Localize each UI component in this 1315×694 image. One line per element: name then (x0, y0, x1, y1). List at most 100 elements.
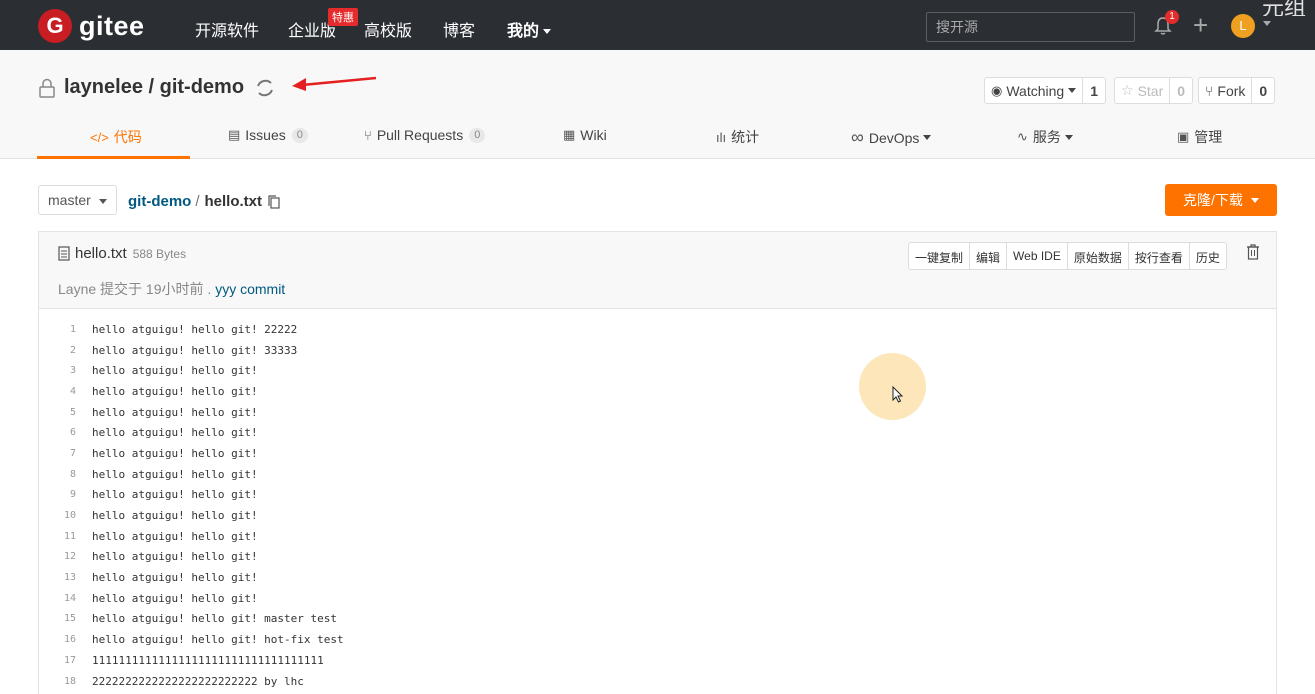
line-number[interactable]: 2 (39, 345, 76, 356)
chevron-down-icon (543, 29, 552, 35)
tab-pull-requests[interactable]: ⑂ Pull Requests 0 (364, 127, 486, 143)
code-line: 17 11111111111111111111111111111111111 (39, 650, 1276, 671)
line-text: hello atguigu! hello git! (92, 591, 258, 605)
gitee-logo-icon: G (38, 9, 72, 43)
nav-item-mine[interactable]: 我的 (507, 17, 552, 41)
file-size: 588 Bytes (132, 246, 187, 261)
line-number[interactable]: 13 (39, 572, 76, 583)
branch-select[interactable]: master (38, 185, 117, 215)
tab-issues[interactable]: ▤ Issues 0 (228, 127, 308, 143)
code-line: 1 hello atguigu! hello git! 22222 (39, 319, 1276, 340)
history-button[interactable]: 历史 (1190, 243, 1226, 269)
pulse-icon: ∿ (1017, 129, 1028, 144)
watch-button-group[interactable]: ◉ Watching 1 (984, 77, 1106, 104)
line-number[interactable]: 12 (39, 551, 76, 562)
nav-item-education[interactable]: 高校版 (364, 17, 412, 41)
line-number[interactable]: 18 (39, 676, 76, 687)
gitee-logo[interactable]: G gitee (38, 9, 145, 43)
code-icon: </> (90, 129, 109, 145)
line-number[interactable]: 6 (39, 427, 76, 438)
line-number[interactable]: 16 (39, 634, 76, 645)
tab-stats-label: 统计 (731, 129, 760, 145)
watch-button[interactable]: ◉ Watching (985, 78, 1084, 103)
line-number[interactable]: 4 (39, 386, 76, 397)
file-name-text: hello.txt (75, 245, 127, 262)
line-number[interactable]: 10 (39, 510, 76, 521)
line-number[interactable]: 5 (39, 407, 76, 418)
line-text: hello atguigu! hello git! (92, 446, 258, 460)
fork-icon: ⑂ (1205, 82, 1214, 99)
lock-icon (39, 78, 55, 98)
file-header: hello.txt 588 Bytes Layne 提交于 19小时前 . yy… (39, 232, 1276, 309)
commit-message-link[interactable]: yyy commit (215, 281, 285, 297)
code-line: 11 hello atguigu! hello git! (39, 526, 1276, 547)
chevron-down-icon (1068, 88, 1077, 93)
star-count[interactable]: 0 (1170, 78, 1192, 103)
commit-time: 提交于 19小时前 . (96, 281, 216, 297)
line-text: hello atguigu! hello git! (92, 364, 258, 378)
fork-button-group[interactable]: ⑂ Fork 0 (1198, 77, 1276, 104)
tab-code[interactable]: </> 代码 (90, 127, 142, 147)
sync-icon (257, 79, 273, 96)
repo-owner-link[interactable]: laynelee (64, 76, 143, 99)
line-number[interactable]: 14 (39, 593, 76, 604)
code-line: 14 hello atguigu! hello git! (39, 588, 1276, 609)
copy-all-button[interactable]: 一键复制 (909, 243, 971, 269)
tab-wiki[interactable]: ▦ Wiki (563, 127, 607, 143)
clone-download-button[interactable]: 克隆/下载 (1165, 184, 1277, 216)
line-text: hello atguigu! hello git! (92, 384, 258, 398)
pull-requests-count-badge: 0 (469, 127, 486, 143)
tab-devops[interactable]: ∞ DevOps (851, 127, 932, 148)
chevron-down-icon[interactable] (1263, 21, 1271, 26)
line-text: hello atguigu! hello git! (92, 550, 258, 564)
line-number[interactable]: 17 (39, 655, 76, 666)
star-button[interactable]: ☆ Star (1115, 78, 1171, 103)
nav-item-blog[interactable]: 博客 (443, 17, 475, 41)
line-number[interactable]: 15 (39, 613, 76, 624)
repo-name-link[interactable]: git-demo (160, 76, 244, 99)
breadcrumb-repo-link[interactable]: git-demo (128, 193, 191, 210)
line-number[interactable]: 3 (39, 365, 76, 376)
line-text: hello atguigu! hello git! 33333 (92, 343, 298, 357)
line-text: 2222222222222222222222222 by lhc (92, 674, 304, 688)
edit-button[interactable]: 编辑 (970, 243, 1008, 269)
code-line: 13 hello atguigu! hello git! (39, 567, 1276, 588)
chevron-down-icon (1064, 134, 1073, 140)
nav-item-open-source[interactable]: 开源软件 (195, 17, 259, 41)
fork-count[interactable]: 0 (1252, 78, 1274, 103)
code-line: 8 hello atguigu! hello git! (39, 464, 1276, 485)
breadcrumb-file: hello.txt (204, 193, 263, 210)
tab-services-label: 服务 (1032, 129, 1061, 145)
code-line: 6 hello atguigu! hello git! (39, 422, 1276, 443)
fork-button[interactable]: ⑂ Fork (1199, 78, 1253, 103)
tab-manage[interactable]: ▣ 管理 (1177, 127, 1222, 147)
file-viewer: hello.txt 588 Bytes Layne 提交于 19小时前 . yy… (38, 231, 1277, 694)
tab-stats[interactable]: ılı 统计 (716, 127, 759, 147)
line-number[interactable]: 9 (39, 489, 76, 500)
chevron-down-icon (923, 135, 932, 140)
search-input[interactable] (926, 12, 1135, 42)
trash-icon[interactable] (1246, 244, 1260, 260)
line-number[interactable]: 11 (39, 531, 76, 542)
line-text: 11111111111111111111111111111111111 (92, 653, 324, 667)
line-number[interactable]: 1 (39, 324, 76, 335)
commit-author[interactable]: Layne (58, 281, 96, 297)
blame-button[interactable]: 按行查看 (1129, 243, 1190, 269)
line-number[interactable]: 8 (39, 469, 76, 480)
watermark-text: 元组 (1262, 0, 1307, 16)
star-button-group[interactable]: ☆ Star 0 (1114, 77, 1194, 104)
top-navbar: G gitee 开源软件 企业版 特惠 高校版 博客 我的 1 + L 元组 (0, 0, 1315, 50)
raw-button[interactable]: 原始数据 (1068, 243, 1129, 269)
web-ide-button[interactable]: Web IDE (1007, 243, 1068, 269)
tab-pull-requests-label: Pull Requests (376, 127, 464, 143)
watch-count[interactable]: 1 (1083, 78, 1105, 103)
code-line: 15 hello atguigu! hello git! master test (39, 609, 1276, 630)
red-arrow-annotation (292, 76, 377, 91)
avatar[interactable]: L (1231, 14, 1255, 38)
line-text: hello atguigu! hello git! (92, 509, 258, 523)
tab-services[interactable]: ∿ 服务 (1017, 127, 1073, 147)
plus-icon[interactable]: + (1193, 12, 1208, 38)
gitee-logo-text: gitee (79, 10, 145, 41)
copy-icon[interactable] (268, 194, 280, 209)
line-number[interactable]: 7 (39, 448, 76, 459)
